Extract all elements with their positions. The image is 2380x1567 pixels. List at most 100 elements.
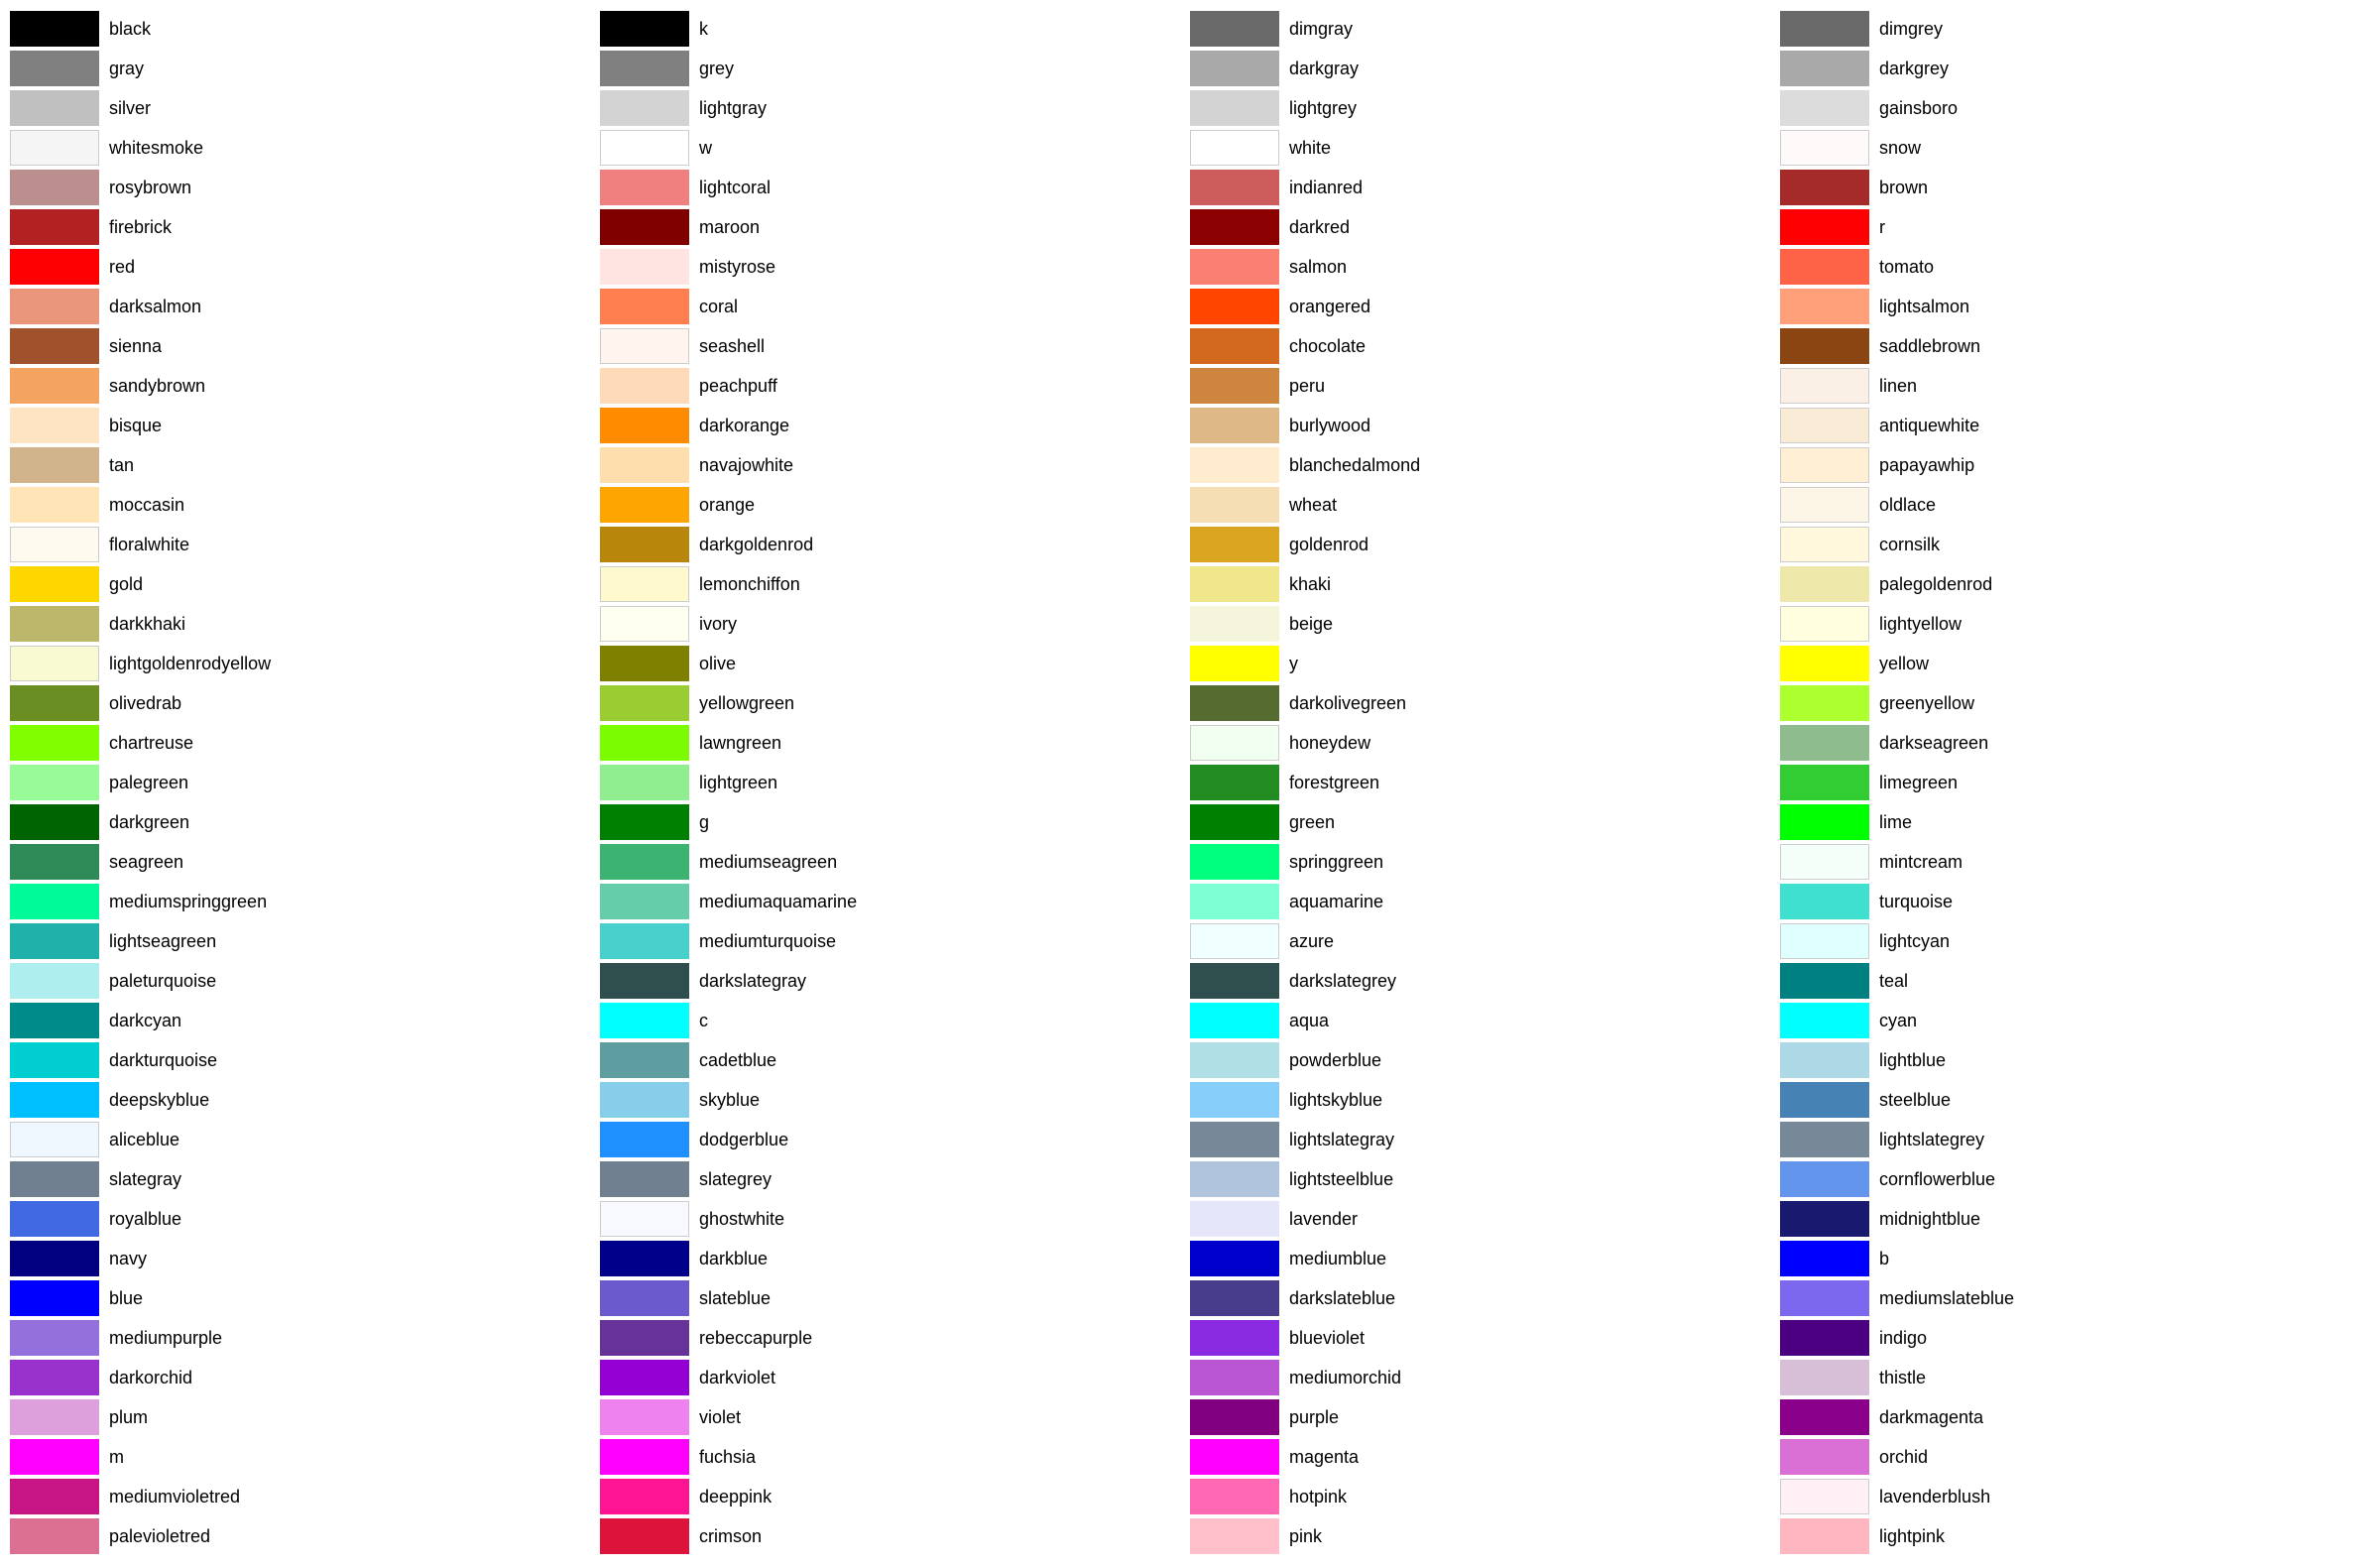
color-swatch [10,368,99,404]
color-row: darkkhaki [10,605,600,643]
color-swatch [1780,1479,1869,1514]
color-swatch [1780,1042,1869,1078]
color-swatch [1190,90,1279,126]
color-swatch [1780,1280,1869,1316]
color-name: mintcream [1879,852,1963,873]
color-name: tomato [1879,257,1934,278]
color-name: coral [699,297,738,317]
color-row: dimgray [1190,10,1780,48]
color-swatch [10,527,99,562]
color-row: purple [1190,1398,1780,1436]
color-row: lime [1780,803,2370,841]
color-swatch [1190,408,1279,443]
color-name: fuchsia [699,1447,756,1468]
color-swatch [1780,90,1869,126]
color-name: ivory [699,614,737,635]
color-row: magenta [1190,1438,1780,1476]
color-swatch [10,963,99,999]
color-name: lightsteelblue [1289,1169,1393,1190]
color-row: wheat [1190,486,1780,524]
color-name: blue [109,1288,143,1309]
color-name: yellowgreen [699,693,794,714]
color-name: gold [109,574,143,595]
color-row: darkgoldenrod [600,526,1190,563]
color-name: rebeccapurple [699,1328,812,1349]
color-row: navy [10,1240,600,1277]
color-row: oldlace [1780,486,2370,524]
color-name: ghostwhite [699,1209,784,1230]
color-name: mediumslateblue [1879,1288,2014,1309]
color-swatch [600,844,689,880]
color-row: silver [10,89,600,127]
color-name: linen [1879,376,1917,397]
color-swatch [10,1518,99,1554]
color-swatch [1190,804,1279,840]
color-swatch [1190,1280,1279,1316]
color-swatch [1780,1201,1869,1237]
color-row: mistyrose [600,248,1190,286]
color-row: darkslategray [600,962,1190,1000]
color-row: aquamarine [1190,883,1780,920]
color-row: palevioletred [10,1517,600,1555]
color-swatch [10,11,99,47]
color-name: firebrick [109,217,172,238]
color-name: crimson [699,1526,762,1547]
color-name: m [109,1447,124,1468]
color-swatch [1780,963,1869,999]
color-row: cyan [1780,1002,2370,1039]
color-swatch [10,884,99,919]
color-swatch [600,487,689,523]
color-row: orange [600,486,1190,524]
color-name: teal [1879,971,1908,992]
color-swatch [1190,170,1279,205]
color-swatch [600,1122,689,1157]
color-name: orange [699,495,755,516]
color-row: dimgrey [1780,10,2370,48]
color-name: sandybrown [109,376,205,397]
color-name: lightsalmon [1879,297,1969,317]
color-row: deepskyblue [10,1081,600,1119]
color-row: mediumvioletred [10,1478,600,1515]
color-name: darkturquoise [109,1050,217,1071]
color-chart: blackgraysilverwhitesmokerosybrownfirebr… [10,10,2370,1557]
color-swatch [10,1161,99,1197]
color-swatch [10,923,99,959]
color-row: b [1780,1240,2370,1277]
color-row: blueviolet [1190,1319,1780,1357]
color-swatch [1190,1003,1279,1038]
color-row: mintcream [1780,843,2370,881]
color-row: forestgreen [1190,764,1780,801]
color-name: greenyellow [1879,693,1974,714]
color-row: cornsilk [1780,526,2370,563]
color-name: w [699,138,712,159]
color-name: dimgray [1289,19,1353,40]
color-name: mediumaquamarine [699,892,857,912]
color-row: plum [10,1398,600,1436]
color-name: lightgrey [1289,98,1357,119]
color-row: mediumseagreen [600,843,1190,881]
color-row: bisque [10,407,600,444]
color-name: darkgreen [109,812,189,833]
color-row: rebeccapurple [600,1319,1190,1357]
color-name: tan [109,455,134,476]
color-name: lightgoldenrodyellow [109,654,271,674]
color-swatch [1190,1082,1279,1118]
color-swatch [10,1479,99,1514]
color-name: red [109,257,135,278]
color-row: slateblue [600,1279,1190,1317]
color-swatch [1780,408,1869,443]
color-row: pink [1190,1517,1780,1555]
color-swatch [10,447,99,483]
color-swatch [600,1201,689,1237]
color-name: g [699,812,709,833]
color-swatch [600,1042,689,1078]
color-swatch [10,1042,99,1078]
color-name: cyan [1879,1011,1917,1031]
color-name: palegreen [109,773,188,793]
color-name: cadetblue [699,1050,776,1071]
color-swatch [10,844,99,880]
color-swatch [1190,606,1279,642]
color-row: lightslategrey [1780,1121,2370,1158]
color-row: c [600,1002,1190,1039]
color-name: peachpuff [699,376,777,397]
